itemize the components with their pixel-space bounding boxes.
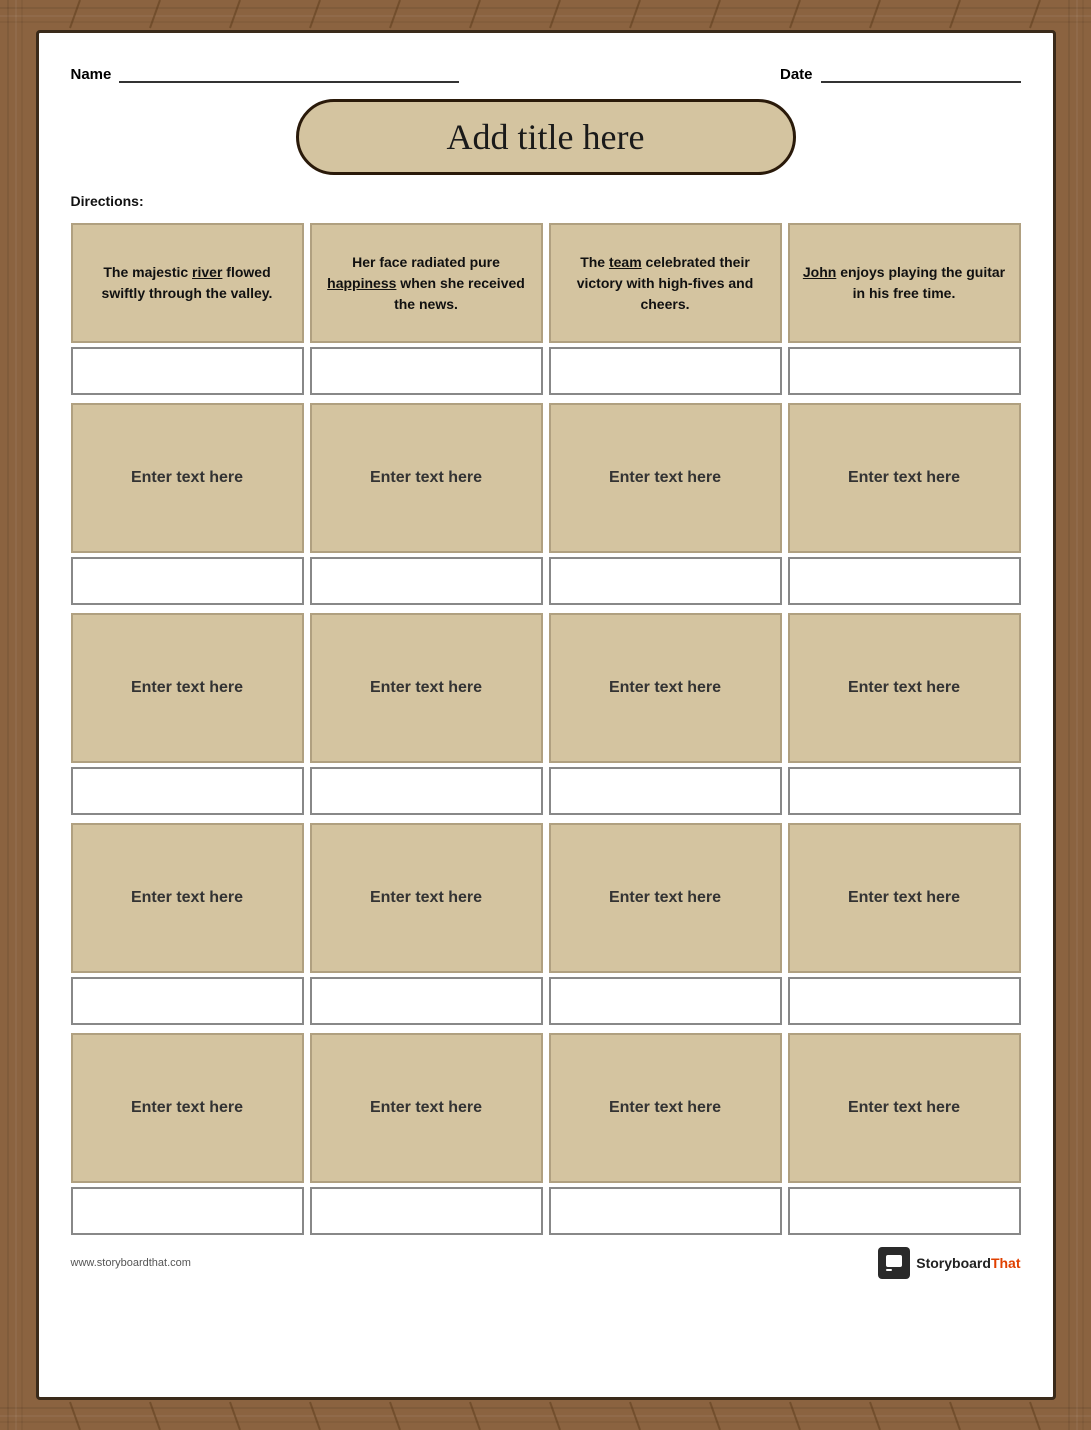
input-box-5-1[interactable] — [71, 1187, 304, 1235]
content-row-1: Enter text here Enter text here Enter te… — [71, 403, 1021, 553]
inputs-row-2 — [71, 557, 1021, 605]
header-row: Name Date — [71, 65, 1021, 83]
name-label: Name — [71, 66, 112, 83]
input-box-2-2[interactable] — [310, 557, 543, 605]
input-box-1-4[interactable] — [788, 347, 1021, 395]
page-outer: Name Date Add title here Directions: The… — [0, 0, 1091, 1430]
content-row-3: Enter text here Enter text here Enter te… — [71, 823, 1021, 973]
content-cell-2-2[interactable]: Enter text here — [310, 403, 543, 553]
content-cell-5-1[interactable]: Enter text here — [71, 1033, 304, 1183]
content-cell-4-4[interactable]: Enter text here — [788, 823, 1021, 973]
content-cell-4-3[interactable]: Enter text here — [549, 823, 782, 973]
content-cell-3-3[interactable]: Enter text here — [549, 613, 782, 763]
directions-label: Directions: — [71, 193, 1021, 209]
input-box-2-4[interactable] — [788, 557, 1021, 605]
sentence-cell-3: The team celebrated their victory with h… — [549, 223, 782, 343]
inputs-row-5 — [71, 1187, 1021, 1235]
inputs-row-1 — [71, 347, 1021, 395]
sentence-cell-2: Her face radiated pure happiness when sh… — [310, 223, 543, 343]
content-cell-5-4[interactable]: Enter text here — [788, 1033, 1021, 1183]
footer-logo-text: StoryboardThat — [916, 1255, 1020, 1271]
input-box-4-4[interactable] — [788, 977, 1021, 1025]
input-box-3-3[interactable] — [549, 767, 782, 815]
inputs-row-4 — [71, 977, 1021, 1025]
content-cell-5-3[interactable]: Enter text here — [549, 1033, 782, 1183]
input-box-4-1[interactable] — [71, 977, 304, 1025]
date-line — [821, 65, 1021, 83]
content-cell-3-4[interactable]: Enter text here — [788, 613, 1021, 763]
name-field: Name — [71, 65, 460, 83]
storyboard-logo-icon — [878, 1247, 910, 1279]
input-box-1-3[interactable] — [549, 347, 782, 395]
name-line — [119, 65, 459, 83]
content-cell-3-1[interactable]: Enter text here — [71, 613, 304, 763]
sentence-cell-1: The majestic river flowed swiftly throug… — [71, 223, 304, 343]
input-box-4-2[interactable] — [310, 977, 543, 1025]
content-cell-4-1[interactable]: Enter text here — [71, 823, 304, 973]
worksheet-grid: The majestic river flowed swiftly throug… — [71, 223, 1021, 1239]
input-box-3-2[interactable] — [310, 767, 543, 815]
input-box-5-4[interactable] — [788, 1187, 1021, 1235]
footer-url: www.storyboardthat.com — [71, 1257, 191, 1269]
content-cell-2-3[interactable]: Enter text here — [549, 403, 782, 553]
inputs-row-3 — [71, 767, 1021, 815]
title-container: Add title here — [71, 99, 1021, 175]
input-box-5-2[interactable] — [310, 1187, 543, 1235]
content-cell-2-4[interactable]: Enter text here — [788, 403, 1021, 553]
sentences-row: The majestic river flowed swiftly throug… — [71, 223, 1021, 343]
input-box-2-1[interactable] — [71, 557, 304, 605]
input-box-1-2[interactable] — [310, 347, 543, 395]
date-label: Date — [780, 66, 813, 83]
input-box-1-1[interactable] — [71, 347, 304, 395]
content-cell-4-2[interactable]: Enter text here — [310, 823, 543, 973]
title-box[interactable]: Add title here — [296, 99, 796, 175]
footer-logo: StoryboardThat — [878, 1247, 1020, 1279]
input-box-2-3[interactable] — [549, 557, 782, 605]
content-cell-5-2[interactable]: Enter text here — [310, 1033, 543, 1183]
content-cell-2-1[interactable]: Enter text here — [71, 403, 304, 553]
date-field: Date — [780, 65, 1021, 83]
sentence-cell-4: John enjoys playing the guitar in his fr… — [788, 223, 1021, 343]
input-box-4-3[interactable] — [549, 977, 782, 1025]
content-cell-3-2[interactable]: Enter text here — [310, 613, 543, 763]
input-box-3-4[interactable] — [788, 767, 1021, 815]
page-inner: Name Date Add title here Directions: The… — [36, 30, 1056, 1400]
content-row-4: Enter text here Enter text here Enter te… — [71, 1033, 1021, 1183]
footer: www.storyboardthat.com StoryboardThat — [71, 1247, 1021, 1279]
content-row-2: Enter text here Enter text here Enter te… — [71, 613, 1021, 763]
input-box-3-1[interactable] — [71, 767, 304, 815]
input-box-5-3[interactable] — [549, 1187, 782, 1235]
